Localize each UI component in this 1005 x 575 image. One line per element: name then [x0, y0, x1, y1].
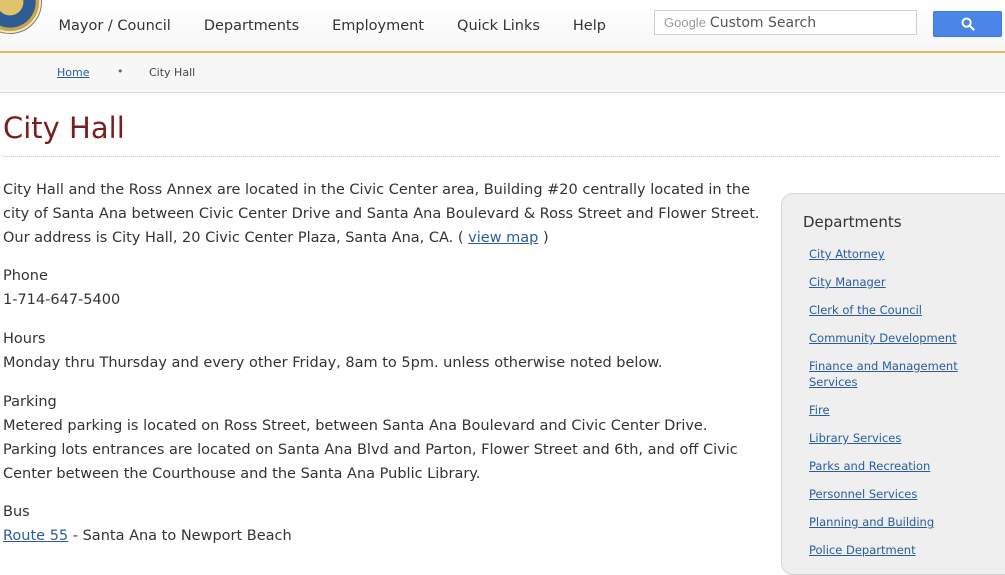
breadcrumb-home-link[interactable]: Home [57, 66, 89, 79]
intro-text: City Hall and the Ross Annex are located… [3, 182, 760, 246]
nav-quick-links[interactable]: Quick Links [441, 18, 557, 34]
list-item: City Attorney [809, 246, 979, 262]
phone-number: 1-714-647-5400 [3, 292, 121, 308]
list-item: Finance and Management Services [809, 358, 979, 390]
search-box: Google [654, 10, 917, 35]
search-input[interactable] [709, 14, 890, 31]
breadcrumb-separator: • [117, 65, 124, 78]
main-nav: Mayor / Council Departments Employment Q… [42, 0, 622, 51]
parking-text: Metered parking is located on Ross Stree… [3, 418, 738, 482]
sidebar-item-parks-and-recreation[interactable]: Parks and Recreation [809, 459, 930, 473]
sidebar-item-fire[interactable]: Fire [809, 403, 830, 417]
list-item: Parks and Recreation [809, 458, 979, 474]
phone-label: Phone [3, 268, 48, 284]
nav-employment[interactable]: Employment [316, 18, 441, 34]
hours-section: Hours Monday thru Thursday and every oth… [3, 327, 662, 375]
list-item: Clerk of the Council [809, 302, 979, 318]
view-map-link[interactable]: view map [468, 230, 538, 246]
search-button[interactable] [933, 11, 1002, 37]
sidebar-item-planning-and-building[interactable]: Planning and Building [809, 515, 934, 529]
sidebar-item-community-development[interactable]: Community Development [809, 331, 957, 345]
page-title: City Hall [3, 111, 125, 145]
bus-label: Bus [3, 504, 30, 520]
hours-label: Hours [3, 331, 46, 347]
sidebar-item-city-attorney[interactable]: City Attorney [809, 247, 885, 261]
sidebar-item-city-manager[interactable]: City Manager [809, 275, 886, 289]
intro-paragraph: City Hall and the Ross Annex are located… [3, 178, 763, 250]
hours-text: Monday thru Thursday and every other Fri… [3, 355, 663, 371]
parking-label: Parking [3, 394, 57, 410]
google-brand-label: Google [664, 15, 706, 30]
list-item: Personnel Services [809, 486, 979, 502]
search-icon [961, 17, 975, 31]
nav-mayor-council[interactable]: Mayor / Council [42, 18, 187, 34]
sidebar-item-library-services[interactable]: Library Services [809, 431, 901, 445]
breadcrumb: Home • City Hall [0, 53, 1005, 93]
list-item: City Manager [809, 274, 979, 290]
intro-close: ) [543, 230, 549, 246]
title-divider [3, 156, 1000, 157]
city-seal-logo[interactable] [0, 0, 42, 34]
nav-departments[interactable]: Departments [187, 18, 315, 34]
list-item: Community Development [809, 330, 979, 346]
phone-section: Phone 1-714-647-5400 [3, 264, 120, 312]
top-header: Mayor / Council Departments Employment Q… [0, 0, 1005, 53]
parking-section: Parking Metered parking is located on Ro… [3, 390, 763, 486]
sidebar-item-clerk-of-the-council[interactable]: Clerk of the Council [809, 303, 922, 317]
sidebar-item-police-department[interactable]: Police Department [809, 543, 916, 557]
route-55-link[interactable]: Route 55 [3, 528, 68, 544]
bus-route-text: - Santa Ana to Newport Beach [72, 528, 292, 544]
breadcrumb-current: City Hall [149, 66, 196, 79]
list-item: Fire [809, 402, 979, 418]
sidebar-item-finance-and-management[interactable]: Finance and Management Services [809, 359, 958, 389]
list-item: Library Services [809, 430, 979, 446]
bus-section: Bus Route 55 - Santa Ana to Newport Beac… [3, 500, 292, 548]
list-item: Planning and Building [809, 514, 979, 530]
nav-help[interactable]: Help [556, 18, 622, 34]
list-item: Police Department [809, 542, 979, 558]
departments-list: City Attorney City Manager Clerk of the … [809, 246, 979, 570]
departments-sidebar: Departments City Attorney City Manager C… [781, 193, 1005, 575]
sidebar-title: Departments [803, 213, 902, 231]
sidebar-item-personnel-services[interactable]: Personnel Services [809, 487, 917, 501]
